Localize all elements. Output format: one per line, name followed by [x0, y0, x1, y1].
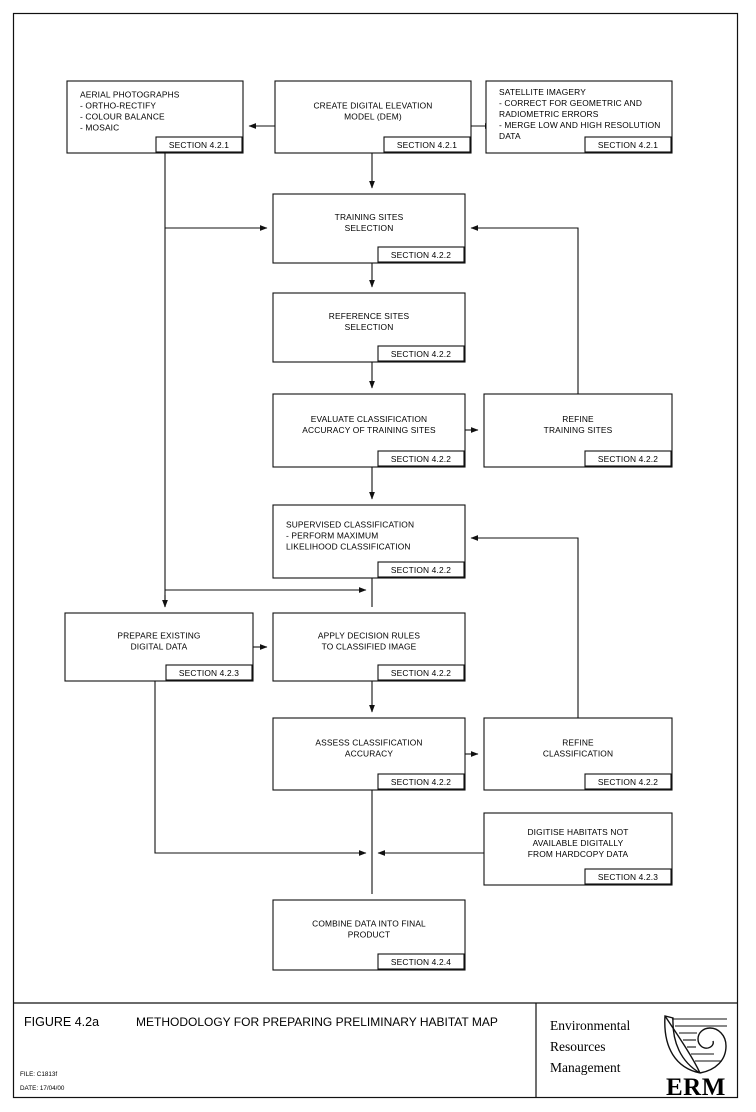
figure-title: METHODOLOGY FOR PREPARING PRELIMINARY HA…	[136, 1015, 498, 1029]
satellite-imagery-box-section-label: SECTION 4.2.1	[598, 140, 658, 150]
apply-decision-rules-box: APPLY DECISION RULESTO CLASSIFIED IMAGE S…	[272, 612, 466, 682]
prepare-existing-digital-data-box: PREPARE EXISTINGDIGITAL DATA SECTION 4.2.…	[64, 612, 254, 682]
evaluate-classification-accuracy-box-line-1: EVALUATE CLASSIFICATION	[311, 414, 428, 424]
reference-sites-selection-box-line-2: SELECTION	[345, 322, 394, 332]
prepare-existing-digital-data-box-line-2: DIGITAL DATA	[131, 642, 188, 652]
apply-decision-rules-box-line-2: TO CLASSIFIED IMAGE	[322, 642, 417, 652]
drawing-sheet: AERIAL PHOTOGRAPHS - ORTHO-RECTIFY - COLOU…	[0, 0, 756, 1112]
reference-sites-selection-box-section-label: SECTION 4.2.2	[391, 349, 451, 359]
digitise-habitats-box-section-label: SECTION 4.2.3	[598, 872, 658, 882]
evaluate-classification-accuracy-box-section-label: SECTION 4.2.2	[391, 454, 451, 464]
create-dem-box-line-2: MODEL (DEM)	[344, 112, 402, 122]
refine-classification-box-line-2: CLASSIFICATION	[543, 749, 613, 759]
supervised-classification-box-section-label: SECTION 4.2.2	[391, 565, 451, 575]
refine-classification-to-supervised-loop	[470, 535, 579, 718]
company-line-3: Management	[550, 1060, 621, 1075]
node-layer: AERIAL PHOTOGRAPHS- ORTHO-RECTIFY- COLOU…	[64, 80, 673, 971]
digitise-habitats-box-line-1: DIGITISE HABITATS NOT	[527, 827, 628, 837]
company-line-2: Resources	[550, 1039, 605, 1054]
reference-sites-selection-box-line-1: REFERENCE SITES	[329, 311, 410, 321]
digitise-habitats-box-line-2: AVAILABLE DIGITALLY	[533, 838, 624, 848]
flowchart-figure: AERIAL PHOTOGRAPHS- ORTHO-RECTIFY- COLOU…	[12, 12, 739, 1101]
refine-training-sites-box-section-label: SECTION 4.2.2	[598, 454, 658, 464]
date-label: DATE: 17/04/00	[20, 1085, 65, 1092]
digitise-habitats-box: DIGITISE HABITATS NOTAVAILABLE DIGITALLY…	[483, 812, 673, 886]
create-dem-box: CREATE DIGITAL ELEVATIONMODEL (DEM) SECTI…	[274, 80, 472, 154]
satellite-imagery-box-line-5: DATA	[499, 131, 521, 141]
satellite-imagery-box: SATELLITE IMAGERY- CORRECT FOR GEOMETRIC…	[485, 80, 673, 154]
assess-classification-accuracy-box-line-1: ASSESS CLASSIFICATION	[315, 738, 422, 748]
satellite-imagery-box-line-1: SATELLITE IMAGERY	[499, 87, 586, 97]
refine-training-sites-box-line-2: TRAINING SITES	[544, 425, 613, 435]
assess-classification-accuracy-box-line-2: ACCURACY	[345, 749, 393, 759]
training-sites-selection-box-section-label: SECTION 4.2.2	[391, 250, 451, 260]
evaluate-classification-accuracy-box: EVALUATE CLASSIFICATIONACCURACY OF TRAIN…	[272, 393, 466, 468]
reference-sites-selection-box: REFERENCE SITESSELECTION SECTION 4.2.2	[272, 292, 466, 363]
combine-data-final-product-box: COMBINE DATA INTO FINALPRODUCT SECTION 4.…	[272, 899, 466, 971]
refine-classification-box-line-1: REFINE	[562, 738, 594, 748]
company-line-1: Environmental	[550, 1018, 630, 1033]
training-sites-selection-box-line-2: SELECTION	[345, 223, 394, 233]
supervised-classification-box-line-1: SUPERVISED CLASSIFICATION	[286, 520, 414, 530]
supervised-classification-box: SUPERVISED CLASSIFICATION- PERFORM MAXIM…	[272, 504, 466, 579]
apply-decision-rules-box-section-label: SECTION 4.2.2	[391, 668, 451, 678]
satellite-imagery-box-line-4: - MERGE LOW AND HIGH RESOLUTION	[499, 120, 660, 130]
aerial-photographs-box-line-4: - MOSAIC	[80, 123, 119, 133]
supervised-classification-box-line-3: LIKELIHOOD CLASSIFICATION	[286, 542, 411, 552]
create-dem-box-line-1: CREATE DIGITAL ELEVATION	[313, 101, 432, 111]
assess-classification-accuracy-box: ASSESS CLASSIFICATIONACCURACY SECTION 4.2…	[272, 717, 466, 791]
refine-training-sites-box-line-1: REFINE	[562, 414, 594, 424]
erm-wordmark: ERM	[666, 1074, 726, 1101]
refine-classification-box-section-label: SECTION 4.2.2	[598, 777, 658, 787]
erm-leaf-logo-icon	[664, 1015, 727, 1074]
aerial-photographs-box: AERIAL PHOTOGRAPHS- ORTHO-RECTIFY- COLOU…	[66, 80, 244, 154]
figure-label: FIGURE 4.2a	[24, 1015, 99, 1029]
satellite-imagery-box-line-2: - CORRECT FOR GEOMETRIC AND	[499, 98, 642, 108]
training-sites-selection-box-line-1: TRAINING SITES	[335, 212, 404, 222]
aerial-photographs-box-line-3: - COLOUR BALANCE	[80, 112, 165, 122]
evaluate-classification-accuracy-box-line-2: ACCURACY OF TRAINING SITES	[302, 425, 436, 435]
refine-classification-box: REFINECLASSIFICATION SECTION 4.2.2	[483, 717, 673, 791]
supervised-classification-box-line-2: - PERFORM MAXIMUM	[286, 531, 378, 541]
create-dem-box-section-label: SECTION 4.2.1	[397, 140, 457, 150]
combine-data-final-product-box-section-label: SECTION 4.2.4	[391, 957, 451, 967]
refine-training-sites-box: REFINETRAINING SITES SECTION 4.2.2	[483, 393, 673, 468]
satellite-imagery-box-line-3: RADIOMETRIC ERRORS	[499, 109, 599, 119]
aerial-photographs-box-section-label: SECTION 4.2.1	[169, 140, 229, 150]
combine-data-final-product-box-line-2: PRODUCT	[348, 930, 390, 940]
training-sites-selection-box: TRAINING SITESSELECTION SECTION 4.2.2	[272, 193, 466, 264]
assess-classification-accuracy-box-section-label: SECTION 4.2.2	[391, 777, 451, 787]
digitise-habitats-box-line-3: FROM HARDCOPY DATA	[528, 849, 629, 859]
prepare-existing-digital-data-box-line-1: PREPARE EXISTING	[117, 631, 200, 641]
file-label: FILE: C1813f	[20, 1071, 57, 1078]
aerial-photographs-box-line-1: AERIAL PHOTOGRAPHS	[80, 90, 180, 100]
refine-training-to-training-loop	[470, 225, 579, 394]
combine-data-final-product-box-line-1: COMBINE DATA INTO FINAL	[312, 919, 426, 929]
prepare-existing-digital-data-box-section-label: SECTION 4.2.3	[179, 668, 239, 678]
aerial-photographs-box-line-2: - ORTHO-RECTIFY	[80, 101, 156, 111]
apply-decision-rules-box-line-1: APPLY DECISION RULES	[318, 631, 421, 641]
